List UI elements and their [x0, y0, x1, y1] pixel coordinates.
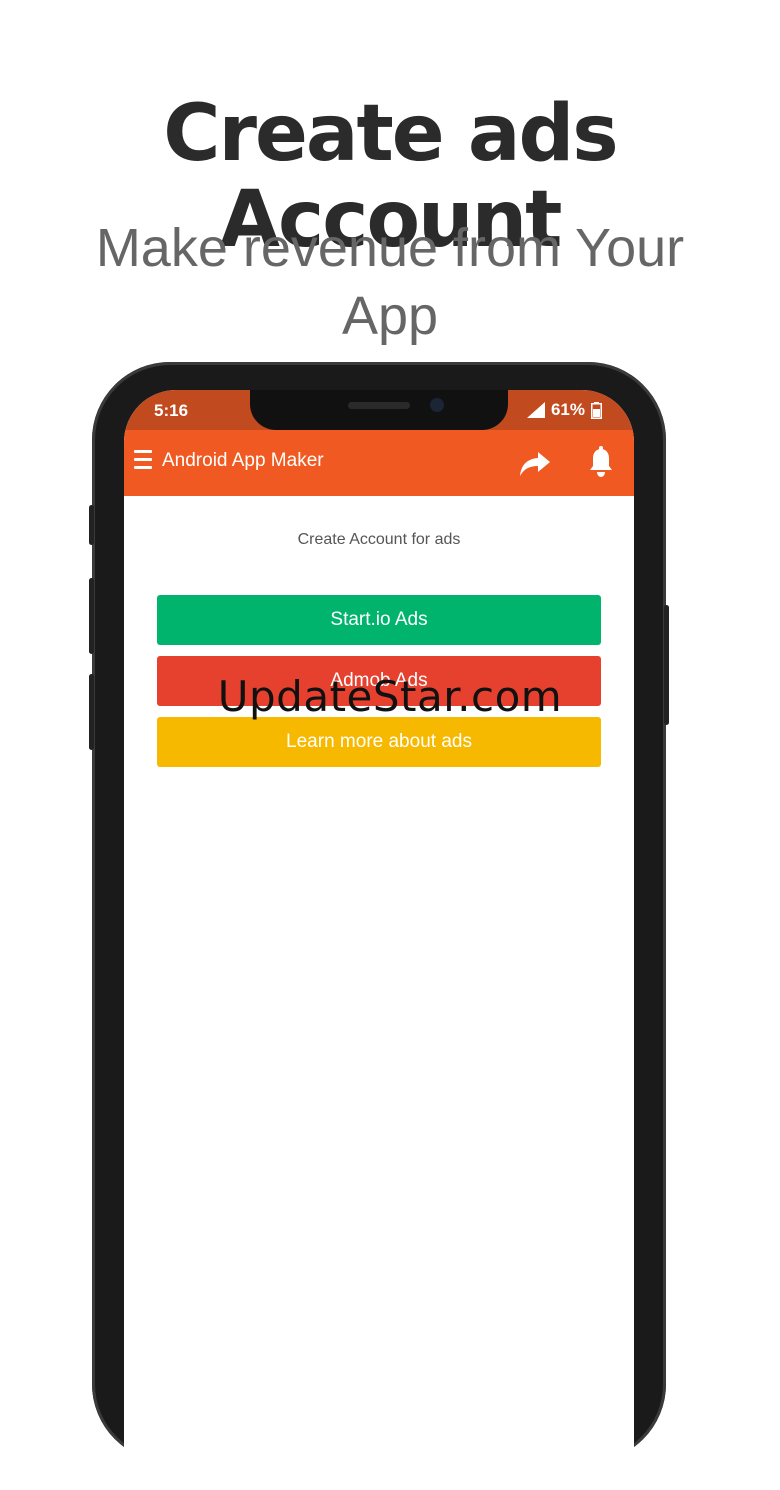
status-bar: 5:16 61%: [124, 390, 634, 430]
battery-percent: 61%: [550, 400, 585, 419]
status-indicators: 61%: [526, 400, 602, 420]
learn-more-ads-button[interactable]: Learn more about ads: [157, 717, 601, 767]
status-time: 5:16: [154, 401, 189, 420]
app-title: Android App Maker: [162, 450, 324, 471]
phone-power-button: [664, 605, 669, 725]
front-camera: [430, 398, 444, 412]
share-icon[interactable]: [518, 446, 552, 480]
signal-icon: [526, 402, 545, 418]
bell-icon[interactable]: [588, 446, 614, 478]
phone-volume-up-button: [89, 578, 94, 654]
phone-volume-down-button: [89, 674, 94, 750]
admob-ads-button[interactable]: Admob Ads: [157, 656, 601, 706]
menu-icon[interactable]: [134, 450, 152, 474]
battery-icon: [591, 401, 602, 419]
content-caption: Create Account for ads: [297, 531, 461, 548]
startio-ads-button[interactable]: Start.io Ads: [157, 595, 601, 645]
phone-side-button: [89, 505, 94, 545]
camera-notch: [250, 390, 508, 430]
app-bar: Android App Maker: [124, 430, 634, 496]
speaker-grille: [348, 402, 410, 409]
phone-screen: 5:16 61% Android App Maker Create Accoun…: [124, 390, 634, 1490]
promo-subheadline: Make revenue from Your App: [95, 218, 685, 346]
